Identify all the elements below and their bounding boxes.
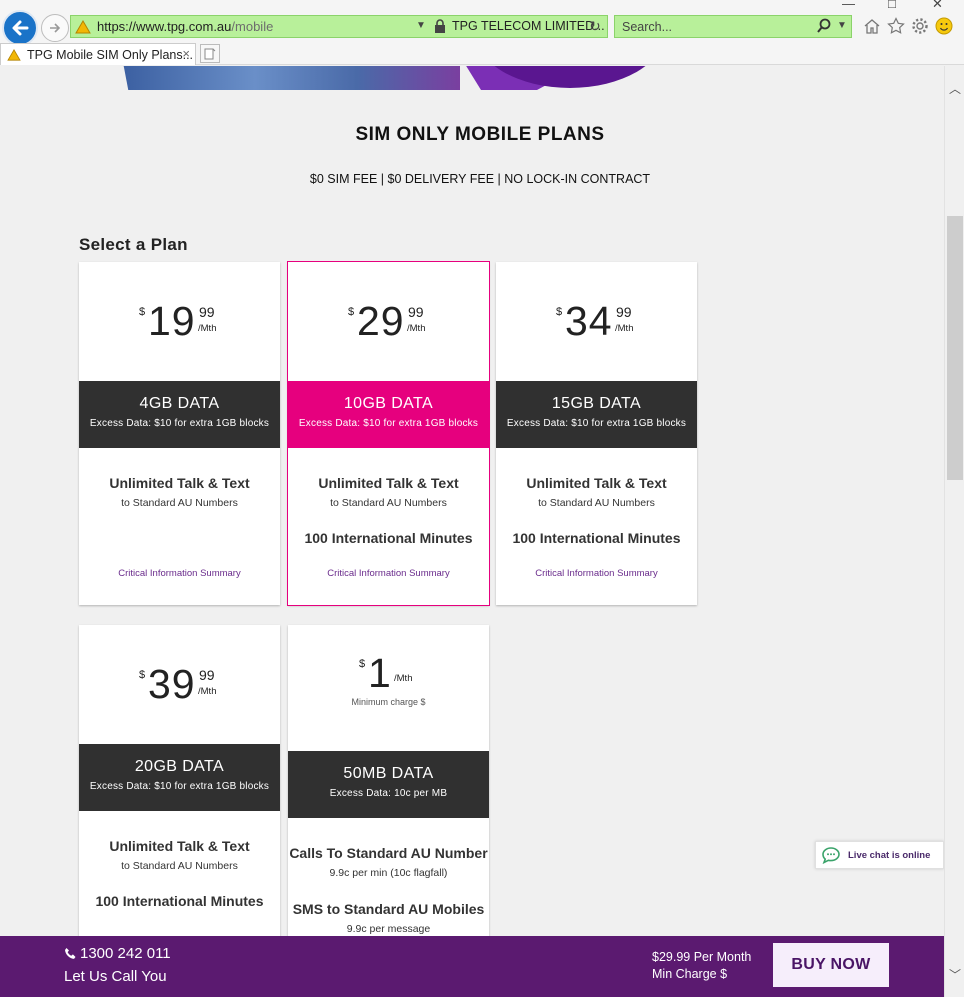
phone-number-link[interactable]: 1300 242 011 xyxy=(64,945,171,962)
search-input[interactable]: Search... ▼ xyxy=(614,15,852,38)
chat-bubble-icon xyxy=(822,847,840,864)
sticky-purchase-bar: 1300 242 011 Let Us Call You $29.99 Per … xyxy=(0,936,944,997)
plan-data-band: 20GB DATA Excess Data: $10 for extra 1GB… xyxy=(79,744,280,811)
tab-close-icon[interactable]: × xyxy=(182,46,190,61)
gear-icon[interactable] xyxy=(910,15,930,37)
plan-price: $ 39 99 /Mth xyxy=(139,661,217,707)
search-dropdown-icon[interactable]: ▼ xyxy=(837,20,847,31)
page-title: SIM ONLY MOBILE PLANS xyxy=(355,124,605,145)
fees-summary: $0 SIM FEE | $0 DELIVERY FEE | NO LOCK-I… xyxy=(309,172,651,186)
minimum-charge-label: Minimum charge $ xyxy=(351,697,426,707)
plan-talk-feature: Unlimited Talk & Text to Standard AU Num… xyxy=(318,475,459,509)
star-icon[interactable] xyxy=(886,15,906,37)
forward-button[interactable] xyxy=(41,14,69,42)
smiley-icon[interactable] xyxy=(934,15,954,37)
tab-title: TPG Mobile SIM Only Plans... xyxy=(27,47,194,62)
plan-sms-feature: SMS to Standard AU Mobiles 9.9c per mess… xyxy=(292,901,485,935)
plan-data-band: 50MB DATA Excess Data: 10c per MB xyxy=(288,751,489,818)
plan-intl-feature: 100 International Minutes xyxy=(304,530,473,546)
plan-intl-feature: 100 International Minutes xyxy=(512,530,681,546)
plan-price: $ 19 99 /Mth xyxy=(139,298,217,344)
maximize-icon[interactable]: □ xyxy=(888,0,896,11)
critical-information-summary-link[interactable]: Critical Information Summary xyxy=(288,568,489,579)
warning-icon xyxy=(75,19,91,33)
plan-price: $ 34 99 /Mth xyxy=(556,298,634,344)
tab-warning-icon xyxy=(7,48,21,61)
plan-card-19[interactable]: $ 19 99 /Mth 4GB DATA Excess Data: $10 f… xyxy=(79,262,280,605)
hero-banner-image xyxy=(0,66,944,90)
minimize-icon[interactable]: — xyxy=(842,0,855,11)
plan-intl-feature: 100 International Minutes xyxy=(95,893,264,909)
plan-talk-feature: Unlimited Talk & Text to Standard AU Num… xyxy=(109,838,250,872)
page-scrollbar[interactable]: ︿ ﹀ xyxy=(944,66,964,997)
search-placeholder: Search... xyxy=(622,19,673,34)
plan-data-band: 4GB DATA Excess Data: $10 for extra 1GB … xyxy=(79,381,280,448)
address-bar[interactable]: https://www.tpg.com.au/mobile ▼ TPG TELE… xyxy=(70,15,608,38)
live-chat-label: Live chat is online xyxy=(848,849,931,861)
address-dropdown-icon[interactable]: ▼ xyxy=(416,20,426,31)
plan-card-1[interactable]: $ 1 /Mth Minimum charge $ 50MB DATA Exce… xyxy=(288,625,489,945)
browser-tab[interactable]: TPG Mobile SIM Only Plans... × xyxy=(0,43,196,65)
phone-icon xyxy=(65,948,76,959)
plan-calls-feature: Calls To Standard AU Number 9.9c per min… xyxy=(289,845,488,879)
select-plan-heading: Select a Plan xyxy=(79,235,188,254)
refresh-icon[interactable]: ↻ xyxy=(589,18,601,35)
close-window-icon[interactable]: ✕ xyxy=(932,0,943,12)
plan-card-29-selected[interactable]: $ 29 99 /Mth 10GB DATA Excess Data: $10 … xyxy=(287,261,490,606)
scrollbar-thumb[interactable] xyxy=(947,216,963,480)
url-text: https://www.tpg.com.au/mobile xyxy=(97,19,274,34)
chevron-down-icon[interactable]: ﹀ xyxy=(949,966,961,983)
browser-chrome: — □ ✕ https://www.tpg.com.au/mobile ▼ TP… xyxy=(0,0,964,65)
critical-information-summary-link[interactable]: Critical Information Summary xyxy=(496,568,697,579)
back-button[interactable] xyxy=(2,10,38,46)
critical-information-summary-link[interactable]: Critical Information Summary xyxy=(79,568,280,579)
plan-data-band: 10GB DATA Excess Data: $10 for extra 1GB… xyxy=(288,381,489,448)
home-icon[interactable] xyxy=(862,15,882,37)
per-month-price: $29.99 Per Month xyxy=(652,950,752,964)
forward-arrow-icon xyxy=(50,23,61,33)
plan-talk-feature: Unlimited Talk & Text to Standard AU Num… xyxy=(526,475,667,509)
plan-card-39[interactable]: $ 39 99 /Mth 20GB DATA Excess Data: $10 … xyxy=(79,625,280,945)
plan-data-band: 15GB DATA Excess Data: $10 for extra 1GB… xyxy=(496,381,697,448)
lock-icon[interactable] xyxy=(434,19,446,34)
min-charge-label: Min Charge $ xyxy=(652,967,728,981)
search-icon[interactable] xyxy=(816,18,832,34)
plan-card-34[interactable]: $ 34 99 /Mth 15GB DATA Excess Data: $10 … xyxy=(496,262,697,605)
let-us-call-you-link[interactable]: Let Us Call You xyxy=(64,968,167,985)
live-chat-widget[interactable]: Live chat is online xyxy=(815,841,944,869)
chevron-up-icon[interactable]: ︿ xyxy=(949,80,961,97)
back-arrow-icon xyxy=(12,20,29,36)
plan-talk-feature: Unlimited Talk & Text to Standard AU Num… xyxy=(109,475,250,509)
buy-now-button[interactable]: BUY NOW xyxy=(773,943,889,987)
new-tab-icon xyxy=(204,48,216,59)
new-tab-button[interactable] xyxy=(200,44,220,63)
plan-price: $ 29 99 /Mth xyxy=(348,298,426,344)
page-viewport: SIM ONLY MOBILE PLANS $0 SIM FEE | $0 DE… xyxy=(0,66,944,997)
hero-person-image xyxy=(118,66,460,90)
certificate-label[interactable]: TPG TELECOM LIMITED... xyxy=(452,19,605,33)
plan-price: $ 1 /Mth xyxy=(359,650,413,696)
